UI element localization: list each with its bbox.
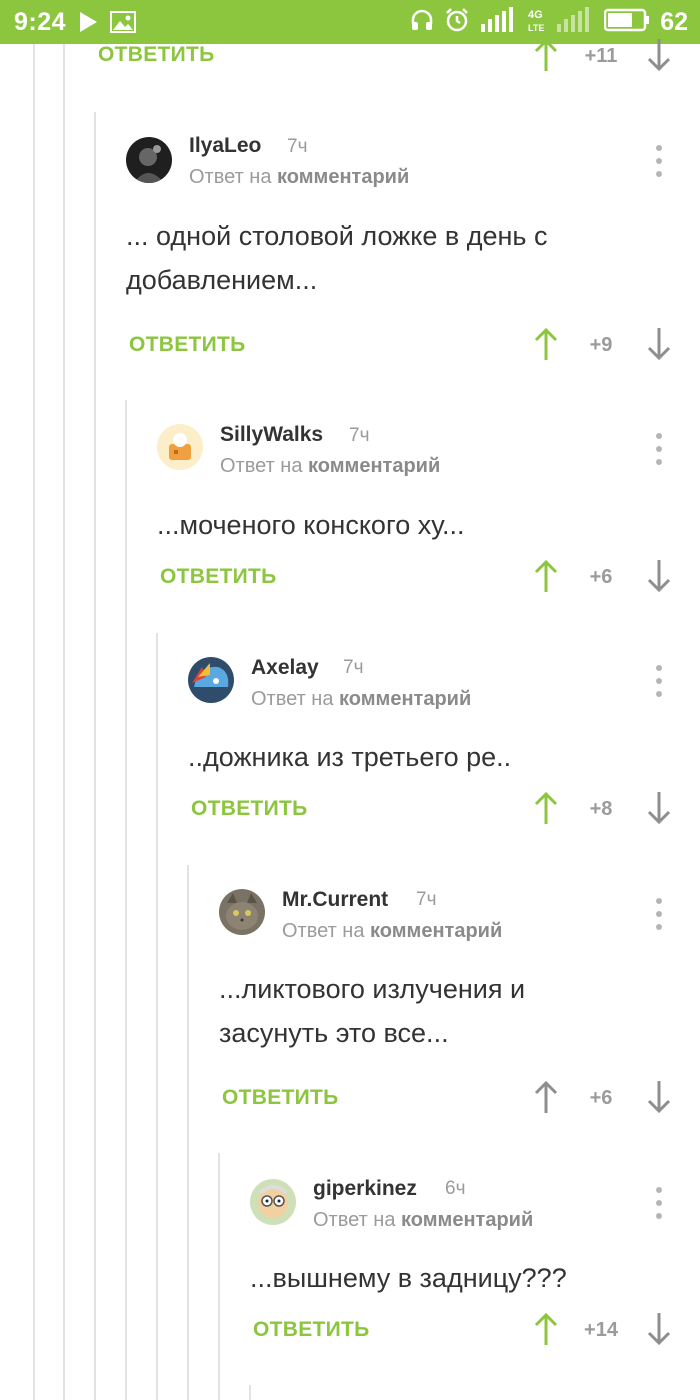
downvote-icon[interactable]: [647, 1080, 671, 1114]
more-options-icon[interactable]: [655, 433, 663, 465]
comment-score: +6: [589, 566, 613, 588]
avatar[interactable]: [219, 889, 265, 935]
reply-info[interactable]: Ответ на комментарий: [313, 1209, 533, 1232]
reply-target-link[interactable]: комментарий: [401, 1209, 533, 1231]
reply-prefix: Ответ на: [251, 688, 334, 710]
upvote-icon[interactable]: [534, 1080, 558, 1114]
comment-line: добавлением...: [126, 265, 318, 295]
more-options-icon[interactable]: [655, 898, 663, 930]
upvote-icon[interactable]: [534, 1312, 558, 1346]
reply-info[interactable]: Ответ на комментарий: [251, 688, 471, 711]
reply-prefix: Ответ на: [282, 920, 365, 942]
thread-line: [125, 400, 127, 1400]
reply-info[interactable]: Ответ на комментарий: [220, 455, 440, 478]
thread-line: [218, 1153, 220, 1400]
avatar[interactable]: [188, 657, 234, 703]
4g-lte-icon: 4G LTE: [528, 7, 546, 38]
more-options-icon[interactable]: [655, 665, 663, 697]
avatar[interactable]: [157, 424, 203, 470]
upvote-icon[interactable]: [534, 38, 558, 72]
comment-author[interactable]: Mr.Current: [282, 888, 388, 912]
signal-weak-icon: [556, 6, 594, 38]
avatar[interactable]: [250, 1179, 296, 1225]
comment-score: +14: [584, 1319, 618, 1341]
svg-text:LTE: LTE: [528, 23, 544, 33]
comment-text: ... одной столовой ложке в день с добавл…: [126, 214, 547, 302]
upvote-icon[interactable]: [534, 791, 558, 825]
svg-text:4G: 4G: [528, 9, 543, 21]
comment-author[interactable]: IlyaLeo: [189, 134, 261, 158]
battery-icon: [603, 8, 650, 37]
comment-score: +9: [589, 334, 613, 356]
status-time: 9:24: [14, 7, 67, 36]
alarm-icon: [444, 7, 470, 38]
thread-line: [187, 865, 189, 1400]
downvote-icon[interactable]: [647, 559, 671, 593]
downvote-icon[interactable]: [647, 38, 671, 72]
comment-actions: ОТВЕТИТЬ +11: [0, 38, 700, 72]
thread-line: [249, 1385, 251, 1400]
battery-level: 62: [660, 7, 688, 36]
comment-time: 7ч: [343, 657, 364, 678]
reply-button[interactable]: ОТВЕТИТЬ: [160, 565, 277, 589]
thread-line: [33, 44, 35, 1400]
avatar[interactable]: [126, 137, 172, 183]
downvote-icon[interactable]: [647, 791, 671, 825]
reply-button[interactable]: ОТВЕТИТЬ: [222, 1086, 339, 1110]
comment-score: +8: [589, 798, 613, 820]
thread-line: [94, 112, 96, 1400]
image-icon: [110, 11, 137, 33]
thread-line: [63, 44, 65, 1400]
comment-score: +6: [589, 1087, 613, 1109]
comment-line: ...вышнему в задницу???: [250, 1263, 567, 1293]
comment-line: ...ликтового излучения и: [219, 974, 526, 1004]
headphones-icon: [410, 8, 434, 37]
comment-author[interactable]: giperkinez: [313, 1177, 417, 1201]
comment-line: засунуть это все...: [219, 1018, 449, 1048]
comment-line: ...моченого конского ху...: [157, 510, 465, 540]
reply-target-link[interactable]: комментарий: [339, 688, 471, 710]
downvote-icon[interactable]: [647, 327, 671, 361]
comment-time: 6ч: [445, 1178, 466, 1199]
comment-text: ..дожника из третьего ре..: [188, 735, 511, 779]
reply-prefix: Ответ на: [189, 166, 272, 188]
comment-time: 7ч: [416, 889, 437, 910]
signal-icon: [480, 6, 518, 38]
reply-target-link[interactable]: комментарий: [370, 920, 502, 942]
reply-button[interactable]: ОТВЕТИТЬ: [98, 43, 215, 67]
play-icon: [78, 11, 98, 33]
reply-info[interactable]: Ответ на комментарий: [189, 166, 409, 189]
reply-button[interactable]: ОТВЕТИТЬ: [191, 797, 308, 821]
reply-target-link[interactable]: комментарий: [308, 455, 440, 477]
reply-info[interactable]: Ответ на комментарий: [282, 920, 502, 943]
comment-time: 7ч: [287, 136, 308, 157]
comment-line: ... одной столовой ложке в день с: [126, 221, 548, 251]
reply-button[interactable]: ОТВЕТИТЬ: [129, 333, 246, 357]
comment-text: ...вышнему в задницу???: [250, 1256, 567, 1300]
more-options-icon[interactable]: [655, 145, 663, 177]
comment-author[interactable]: SillyWalks: [220, 423, 323, 447]
reply-prefix: Ответ на: [220, 455, 303, 477]
upvote-icon[interactable]: [534, 559, 558, 593]
more-options-icon[interactable]: [655, 1187, 663, 1219]
comment-text: ...моченого конского ху...: [157, 503, 465, 547]
reply-prefix: Ответ на: [313, 1209, 396, 1231]
downvote-icon[interactable]: [647, 1312, 671, 1346]
comment-author[interactable]: Axelay: [251, 656, 319, 680]
reply-target-link[interactable]: комментарий: [277, 166, 409, 188]
upvote-icon[interactable]: [534, 327, 558, 361]
comment-time: 7ч: [349, 425, 370, 446]
comment-line: ..дожника из третьего ре..: [188, 742, 512, 772]
thread-line: [156, 633, 158, 1400]
comment-text: ...ликтового излучения и засунуть это вс…: [219, 967, 525, 1055]
comment-score: +11: [584, 45, 618, 67]
reply-button[interactable]: ОТВЕТИТЬ: [253, 1318, 370, 1342]
